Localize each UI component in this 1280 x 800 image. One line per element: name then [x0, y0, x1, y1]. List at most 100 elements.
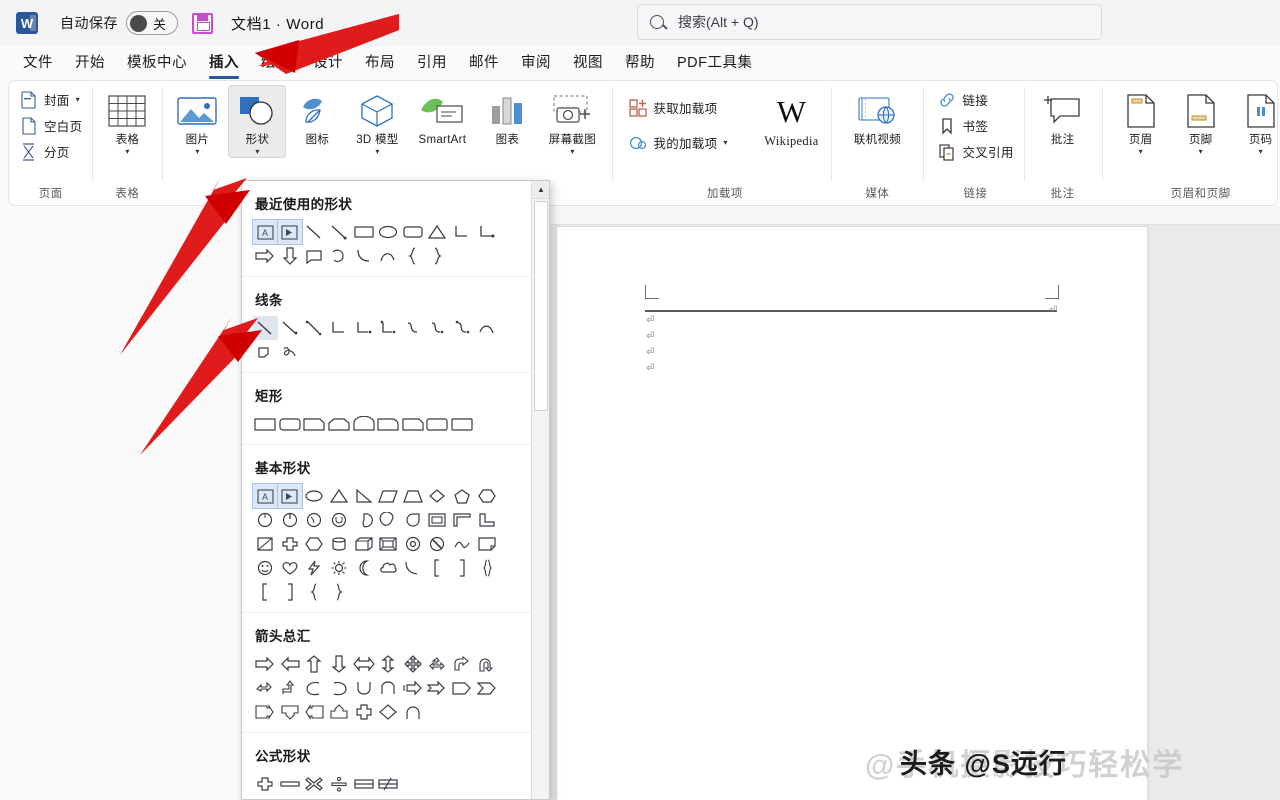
- shape-rect-plain[interactable]: [450, 412, 475, 436]
- shape-elbow-arrow[interactable]: [474, 220, 499, 244]
- shape-octagon[interactable]: [278, 508, 303, 532]
- shape-oval[interactable]: [376, 220, 401, 244]
- shape-chevron-arrow[interactable]: [474, 676, 499, 700]
- chevron-down-icon[interactable]: ▾: [1199, 148, 1203, 156]
- shape-not-equal[interactable]: [376, 772, 401, 796]
- shape-snip-rect[interactable]: [302, 412, 327, 436]
- tab-mailings[interactable]: 邮件: [458, 49, 510, 74]
- shape-line-double-arrow[interactable]: [302, 316, 327, 340]
- chevron-up-icon[interactable]: ▲: [532, 181, 549, 199]
- shape-textbox[interactable]: A: [252, 219, 279, 245]
- shape-moon[interactable]: [351, 556, 376, 580]
- shape-right-triangle[interactable]: [351, 484, 376, 508]
- shape-teardrop[interactable]: [401, 508, 426, 532]
- shape-parallelogram[interactable]: [376, 484, 401, 508]
- chevron-down-icon[interactable]: ▾: [1139, 148, 1143, 156]
- tab-draw[interactable]: 绘图: [250, 49, 302, 74]
- tab-pdf-tools[interactable]: PDF工具集: [666, 49, 764, 74]
- shape-l-shape[interactable]: [474, 508, 499, 532]
- shape-left-arrow-callout[interactable]: [302, 700, 327, 724]
- autosave-toggle[interactable]: 关: [126, 11, 178, 35]
- online-video-button[interactable]: 联机视频: [843, 85, 911, 149]
- shape-lightning[interactable]: [302, 556, 327, 580]
- shape-freeform[interactable]: [253, 340, 278, 364]
- shape-brace-b[interactable]: [327, 580, 352, 604]
- shape-pentagon-callout[interactable]: [302, 244, 327, 268]
- chevron-down-icon[interactable]: ▾: [195, 148, 199, 156]
- page-number-button[interactable]: 页码 ▾: [1232, 85, 1277, 158]
- shape-scribble[interactable]: [278, 340, 303, 364]
- shape-elbow-double[interactable]: [376, 316, 401, 340]
- cross-reference-button[interactable]: 交叉引用: [933, 141, 1017, 162]
- shape-right-arrow[interactable]: [253, 244, 278, 268]
- shapes-button[interactable]: 形状 ▾: [228, 85, 287, 159]
- shape-decagon[interactable]: [302, 508, 327, 532]
- document-canvas[interactable]: ⏎ ⏎ ⏎ ⏎ ⏎: [548, 207, 1280, 800]
- shape-no-symbol[interactable]: [425, 532, 450, 556]
- shape-arrow-textbox[interactable]: [276, 483, 304, 509]
- smartart-button[interactable]: SmartArt: [408, 85, 476, 149]
- shape-sun[interactable]: [327, 556, 352, 580]
- shape-down-arrow[interactable]: [278, 244, 303, 268]
- shape-bent-up-arrow[interactable]: [278, 676, 303, 700]
- link-button[interactable]: 链接: [933, 89, 1017, 110]
- shape-arc[interactable]: [376, 244, 401, 268]
- shape-pentagon[interactable]: [450, 484, 475, 508]
- tab-help[interactable]: 帮助: [614, 49, 666, 74]
- shape-arc-shape[interactable]: [450, 532, 475, 556]
- shape-bracket-left[interactable]: [425, 556, 450, 580]
- shape-cross[interactable]: [278, 532, 303, 556]
- cover-page-button[interactable]: 封面 ▾: [15, 89, 86, 110]
- shape-right-brace[interactable]: [425, 244, 450, 268]
- shape-chord[interactable]: [376, 508, 401, 532]
- table-button[interactable]: 表格 ▾: [98, 85, 156, 158]
- shape-elbow-connector[interactable]: [450, 220, 475, 244]
- shape-pie[interactable]: [351, 508, 376, 532]
- shape-snip-diag-rect[interactable]: [351, 412, 376, 436]
- shape-heart[interactable]: [278, 556, 303, 580]
- shape-rect[interactable]: [253, 412, 278, 436]
- shape-dodecagon[interactable]: [327, 508, 352, 532]
- shape-bracket-right[interactable]: [450, 556, 475, 580]
- shape-diamond-arrow[interactable]: [376, 700, 401, 724]
- shape-left-up-arrow[interactable]: [253, 676, 278, 700]
- shape-right-arrow-callout[interactable]: [253, 700, 278, 724]
- shape-cloud[interactable]: [376, 556, 401, 580]
- shape-curve[interactable]: [351, 244, 376, 268]
- shape-round-rect[interactable]: [278, 412, 303, 436]
- tab-file[interactable]: 文件: [12, 49, 64, 74]
- shape-bevel[interactable]: [376, 532, 401, 556]
- shape-striped-right[interactable]: [401, 676, 426, 700]
- chevron-down-icon[interactable]: ▾: [570, 148, 574, 156]
- shape-trapezoid[interactable]: [401, 484, 426, 508]
- my-addins-button[interactable]: 我的加载项 ▾: [624, 132, 731, 153]
- chevron-down-icon[interactable]: ▾: [375, 148, 379, 156]
- header-button[interactable]: 页眉 ▾: [1112, 85, 1170, 158]
- shape-round-one-rect[interactable]: [376, 412, 401, 436]
- save-disk-icon[interactable]: [192, 12, 213, 34]
- shape-divide[interactable]: [327, 772, 352, 796]
- shape-elbow-arrow[interactable]: [351, 316, 376, 340]
- picture-button[interactable]: 图片 ▾: [168, 85, 226, 158]
- chevron-down-icon[interactable]: ▾: [255, 148, 259, 156]
- shape-down-arrow-callout[interactable]: [278, 700, 303, 724]
- shape-triangle[interactable]: [425, 220, 450, 244]
- blank-page-button[interactable]: 空白页: [15, 115, 86, 136]
- shape-up-arrow[interactable]: [302, 652, 327, 676]
- tab-design[interactable]: 设计: [302, 49, 354, 74]
- shape-hexagon[interactable]: [474, 484, 499, 508]
- shape-diamond[interactable]: [425, 484, 450, 508]
- shape-arrow-textbox[interactable]: [276, 219, 304, 245]
- shape-brace-pair[interactable]: [474, 556, 499, 580]
- shape-half-frame[interactable]: [450, 508, 475, 532]
- model3d-button[interactable]: 3D 模型 ▾: [348, 85, 406, 158]
- shape-line-selected[interactable]: [253, 316, 278, 340]
- shape-brace-a[interactable]: [302, 580, 327, 604]
- shape-diagonal-stripe[interactable]: [253, 532, 278, 556]
- shape-u-turn-arrow[interactable]: [474, 652, 499, 676]
- shape-bent-arrow-3[interactable]: [425, 652, 450, 676]
- bookmark-button[interactable]: 书签: [933, 115, 1017, 136]
- shape-notched-right[interactable]: [425, 676, 450, 700]
- tab-home[interactable]: 开始: [64, 49, 116, 74]
- shape-curve[interactable]: [474, 316, 499, 340]
